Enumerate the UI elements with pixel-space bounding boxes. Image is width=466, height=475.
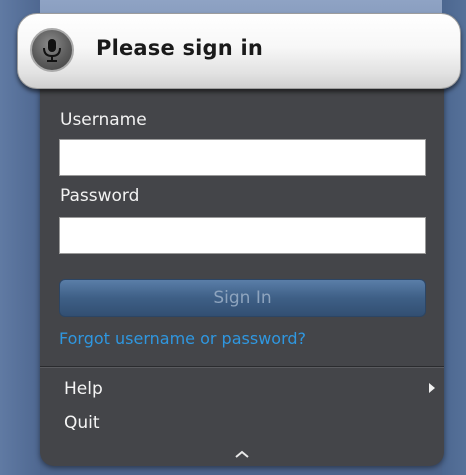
sign-in-header: Please sign in: [17, 13, 461, 89]
username-label: Username: [60, 110, 147, 130]
chevron-right-icon[interactable]: [429, 383, 435, 393]
microphone-icon[interactable]: [30, 28, 74, 72]
menu-item-quit[interactable]: Quit: [64, 413, 100, 433]
forgot-credentials-link[interactable]: Forgot username or password?: [59, 329, 306, 348]
page-title: Please sign in: [96, 36, 263, 60]
menu-item-help[interactable]: Help: [64, 379, 103, 399]
sign-in-panel: Username Password Sign In Forgot usernam…: [40, 70, 444, 466]
menu-divider: [40, 366, 444, 368]
username-field[interactable]: [59, 139, 426, 176]
password-label: Password: [60, 186, 140, 206]
password-field[interactable]: [59, 217, 426, 254]
chevron-up-icon[interactable]: [232, 445, 252, 464]
sign-in-button[interactable]: Sign In: [59, 279, 426, 317]
